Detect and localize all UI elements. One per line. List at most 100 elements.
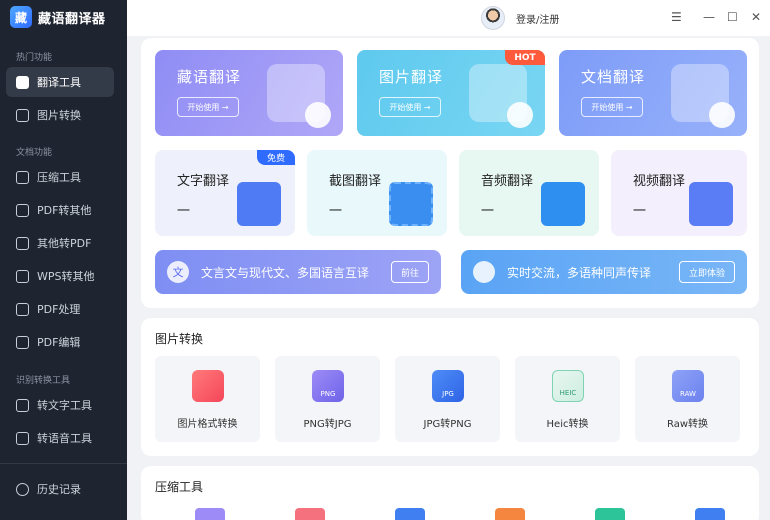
compress-tool-icon[interactable] — [595, 508, 625, 520]
login-link[interactable]: 登录/注册 — [516, 11, 559, 26]
jpg-file-icon: JPG — [432, 370, 464, 402]
edit-icon — [16, 335, 29, 349]
tool-raw-convert[interactable]: RAW Raw转换 — [635, 356, 740, 442]
sidebar-item-label: 其他转PDF — [37, 237, 92, 250]
sidebar-item-other-to-pdf[interactable]: 其他转PDF — [6, 228, 114, 258]
sidebar-item-image-convert[interactable]: 图片转换 — [6, 100, 114, 130]
sidebar-item-label: PDF转其他 — [37, 204, 92, 217]
compress-tool-icon[interactable] — [695, 508, 725, 520]
card-dash: 一 — [177, 204, 191, 219]
start-button[interactable]: 开始使用 → — [379, 97, 441, 117]
translate-panel: 藏语翻译 开始使用 → 图片翻译 开始使用 → HOT 文档翻译 开始使用 → … — [141, 38, 759, 308]
users-icon — [473, 261, 495, 283]
sidebar-item-label: WPS转其他 — [37, 270, 95, 283]
compress-tool-icon[interactable] — [195, 508, 225, 520]
tool-image-format[interactable]: 图片格式转换 — [155, 356, 260, 442]
card-title: 视频翻译 — [633, 174, 686, 189]
avatar[interactable] — [481, 6, 505, 30]
tool-png-to-jpg[interactable]: PNG PNG转JPG — [275, 356, 380, 442]
heic-file-icon: HEIC — [552, 370, 584, 402]
image-format-icon — [192, 370, 224, 402]
tool-label: 图片格式转换 — [177, 419, 238, 430]
banner-simultaneous-interpretation[interactable]: 实时交流，多语种同声传译 立即体验 — [461, 250, 747, 294]
start-button[interactable]: 开始使用 → — [581, 97, 643, 117]
card-audio-translate[interactable]: 音频翻译 一 — [459, 150, 599, 236]
main-content: 藏语翻译 开始使用 → 图片翻译 开始使用 → HOT 文档翻译 开始使用 → … — [127, 36, 770, 520]
card-dash: 一 — [633, 204, 647, 219]
compress-tool-icon[interactable] — [495, 508, 525, 520]
banner-text: 文言文与现代文、多国语言互译 — [201, 265, 370, 280]
wps-icon — [16, 269, 29, 283]
sidebar-item-label: 压缩工具 — [37, 171, 81, 184]
compress-tool-icon[interactable] — [295, 508, 325, 520]
pdf-process-icon — [16, 302, 29, 316]
sidebar-item-label: 历史记录 — [37, 483, 81, 496]
section-title: 图片转换 — [155, 332, 204, 346]
raw-file-icon: RAW — [672, 370, 704, 402]
hot-badge: HOT — [505, 50, 545, 65]
sidebar-item-pdf-edit[interactable]: PDF编辑 — [6, 327, 114, 357]
try-now-button[interactable]: 立即体验 — [678, 261, 735, 283]
card-title: 图片翻译 — [379, 68, 444, 86]
image-convert-panel: 图片转换 图片格式转换 PNG PNG转JPG JPG JPG转PNG HEIC… — [141, 318, 759, 456]
app-name: 藏语翻译器 — [38, 11, 106, 27]
text-icon — [16, 398, 29, 412]
audio-icon — [541, 182, 585, 226]
sidebar-item-compress[interactable]: 压缩工具 — [6, 162, 114, 192]
tool-label: PNG转JPG — [303, 419, 352, 430]
card-title: 文档翻译 — [581, 68, 646, 86]
sidebar-item-wps-to-other[interactable]: WPS转其他 — [6, 261, 114, 291]
tool-label: Heic转换 — [546, 419, 589, 430]
card-title: 截图翻译 — [329, 174, 382, 189]
card-text-translate[interactable]: 文字翻译 一 免费 — [155, 150, 295, 236]
sidebar-item-to-text[interactable]: 转文字工具 — [6, 390, 114, 420]
history-icon — [16, 482, 29, 496]
app-logo-icon: 藏 — [10, 6, 32, 28]
card-dash: 一 — [481, 204, 495, 219]
card-image-translate[interactable]: 图片翻译 开始使用 → HOT — [357, 50, 545, 136]
card-screenshot-translate[interactable]: 截图翻译 一 — [307, 150, 447, 236]
close-icon[interactable]: ✕ — [751, 10, 761, 24]
text-document-icon — [237, 182, 281, 226]
minimize-icon[interactable]: — — [703, 10, 715, 24]
section-title: 压缩工具 — [155, 480, 204, 494]
app-brand: 藏 藏语翻译器 — [10, 6, 106, 28]
topbar: 登录/注册 ☰ — ☐ ✕ — [127, 0, 770, 36]
document-icon — [16, 236, 29, 250]
menu-icon[interactable]: ☰ — [671, 10, 682, 24]
pdf-icon — [16, 203, 29, 217]
card-title: 文字翻译 — [177, 174, 230, 189]
sidebar-item-label: PDF处理 — [37, 303, 81, 316]
maximize-icon[interactable]: ☐ — [727, 10, 738, 24]
classical-chinese-icon: 文 — [167, 261, 189, 283]
banner-classical-chinese[interactable]: 文 文言文与现代文、多国语言互译 前往 — [155, 250, 441, 294]
sidebar: 藏 藏语翻译器 热门功能 翻译工具 图片转换 文档功能 压缩工具 PDF转其他 … — [0, 0, 127, 520]
sidebar-item-pdf-process[interactable]: PDF处理 — [6, 294, 114, 324]
section-label-hot: 热门功能 — [16, 53, 53, 63]
translate-icon — [267, 64, 331, 128]
video-icon — [689, 182, 733, 226]
section-label-recognition: 识别转换工具 — [16, 376, 71, 386]
card-document-translate[interactable]: 文档翻译 开始使用 → — [559, 50, 747, 136]
sidebar-item-history[interactable]: 历史记录 — [6, 474, 114, 504]
card-tibetan-translate[interactable]: 藏语翻译 开始使用 → — [155, 50, 343, 136]
tool-label: Raw转换 — [666, 419, 709, 430]
compress-panel: 压缩工具 — [141, 466, 759, 520]
sidebar-item-label: 转语音工具 — [37, 432, 92, 445]
compress-icon — [16, 170, 29, 184]
card-title: 音频翻译 — [481, 174, 534, 189]
tool-jpg-to-png[interactable]: JPG JPG转PNG — [395, 356, 500, 442]
compress-tool-icon[interactable] — [395, 508, 425, 520]
card-dash: 一 — [329, 204, 343, 219]
sidebar-item-pdf-to-other[interactable]: PDF转其他 — [6, 195, 114, 225]
sidebar-item-to-speech[interactable]: 转语音工具 — [6, 423, 114, 453]
card-video-translate[interactable]: 视频翻译 一 — [611, 150, 747, 236]
card-title: 藏语翻译 — [177, 68, 242, 86]
go-button[interactable]: 前往 — [390, 261, 429, 283]
png-file-icon: PNG — [312, 370, 344, 402]
tool-heic-convert[interactable]: HEIC Heic转换 — [515, 356, 620, 442]
start-button[interactable]: 开始使用 → — [177, 97, 239, 117]
sidebar-item-translate-tools[interactable]: 翻译工具 — [6, 67, 114, 97]
image-icon — [469, 64, 533, 128]
free-badge: 免费 — [257, 150, 295, 165]
